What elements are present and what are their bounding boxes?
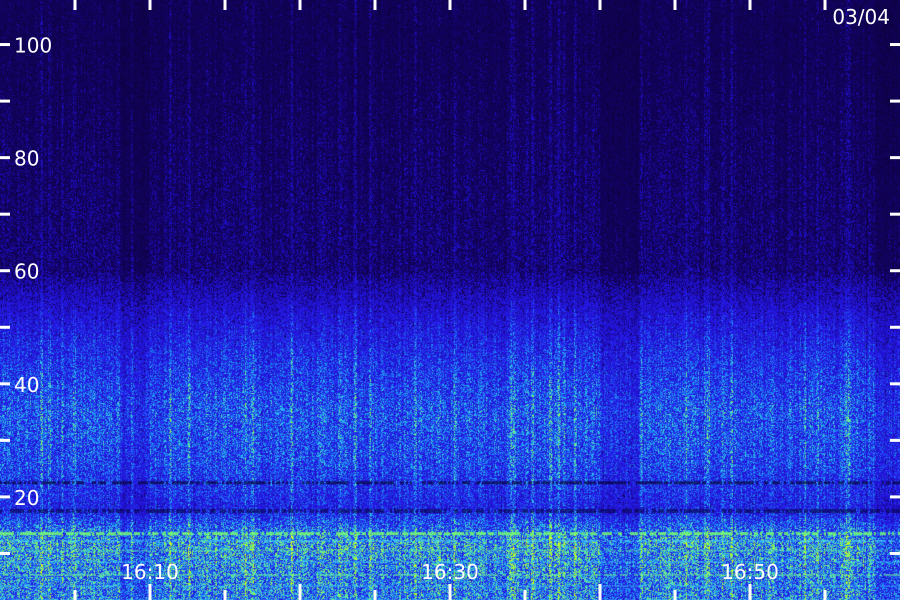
y-tick-label: 80 [14,147,39,171]
y-tick-label: 20 [14,486,39,510]
chart-axes: 20 40 60 80 100 16:10 16:30 16:50 03/04 [0,0,900,600]
x-axis: 16:10 16:30 16:50 [73,0,827,600]
spectrogram-chart: 20 40 60 80 100 16:10 16:30 16:50 03/04 [0,0,900,600]
y-tick-label: 100 [14,34,52,58]
y-axis: 20 40 60 80 100 [0,34,900,555]
date-label: 03/04 [832,5,890,29]
y-tick-label: 60 [14,260,39,284]
y-tick-label: 40 [14,373,39,397]
x-tick-label: 16:30 [421,560,479,584]
x-tick-label: 16:10 [121,560,179,584]
x-tick-label: 16:50 [721,560,779,584]
